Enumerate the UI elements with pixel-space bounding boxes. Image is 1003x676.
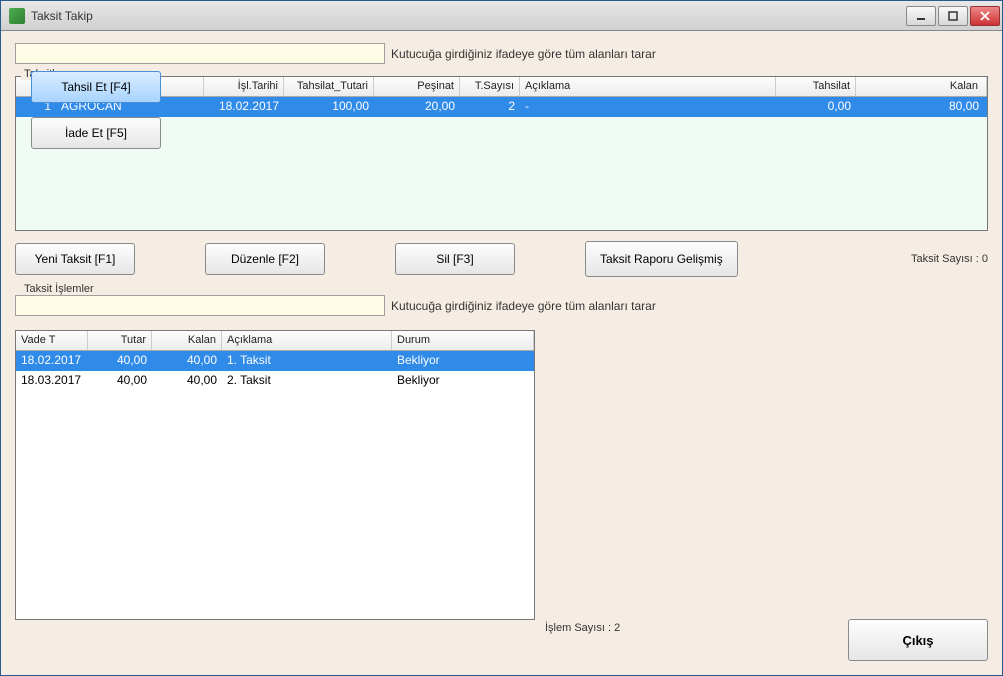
delete-button[interactable]: Sil [F3]	[395, 243, 515, 275]
close-button[interactable]	[970, 6, 1000, 26]
table-row[interactable]: 1 AGROCAN 18.02.2017 100,00 20,00 2 - 0,…	[16, 97, 987, 117]
table-row[interactable]: 18.02.2017 40,00 40,00 1. Taksit Bekliyo…	[16, 351, 534, 371]
maximize-button[interactable]	[938, 6, 968, 26]
search-input-top[interactable]	[15, 43, 385, 64]
main-window: Taksit Takip Kutucuğa girdiğiniz ifadeye…	[0, 0, 1003, 676]
islem-count: İşlem Sayısı : 2	[545, 622, 620, 634]
titlebar[interactable]: Taksit Takip	[1, 1, 1002, 31]
col2-durum[interactable]: Durum	[392, 331, 534, 350]
col-kalan[interactable]: Kalan	[856, 77, 987, 96]
exit-button[interactable]: Çıkış	[848, 619, 988, 661]
col2-kalan[interactable]: Kalan	[152, 331, 222, 350]
search-hint-bottom: Kutucuğa girdiğiniz ifadeye göre tüm ala…	[391, 299, 656, 313]
edit-button[interactable]: Düzenle [F2]	[205, 243, 325, 275]
tahsil-button[interactable]: Tahsil Et [F4]	[31, 71, 161, 103]
islemler-label: Taksit İşlemler	[21, 283, 97, 295]
col2-vade[interactable]: Vade T	[16, 331, 88, 350]
col-tsayi[interactable]: T.Sayısı	[460, 77, 520, 96]
table-row[interactable]: 18.03.2017 40,00 40,00 2. Taksit Bekliyo…	[16, 371, 534, 391]
islemler-grid[interactable]: Vade T Tutar Kalan Açıklama Durum 18.02.…	[15, 330, 535, 620]
col2-aciklama[interactable]: Açıklama	[222, 331, 392, 350]
app-icon	[9, 8, 25, 24]
col2-tutar[interactable]: Tutar	[88, 331, 152, 350]
report-button[interactable]: Taksit Raporu Gelişmiş	[585, 241, 738, 277]
iade-button[interactable]: İade Et [F5]	[31, 117, 161, 149]
minimize-button[interactable]	[906, 6, 936, 26]
new-taksit-button[interactable]: Yeni Taksit [F1]	[15, 243, 135, 275]
col-tutari[interactable]: Tahsilat_Tutari	[284, 77, 374, 96]
col-aciklama[interactable]: Açıklama	[520, 77, 776, 96]
search-input-bottom[interactable]	[15, 295, 385, 316]
taksit-count: Taksit Sayısı : 0	[911, 253, 988, 265]
col-tarih[interactable]: İşl.Tarihi	[204, 77, 284, 96]
search-hint-top: Kutucuğa girdiğiniz ifadeye göre tüm ala…	[391, 47, 656, 61]
col-pesinat[interactable]: Peşinat	[374, 77, 460, 96]
window-title: Taksit Takip	[31, 9, 906, 23]
col-tahsilat[interactable]: Tahsilat	[776, 77, 856, 96]
